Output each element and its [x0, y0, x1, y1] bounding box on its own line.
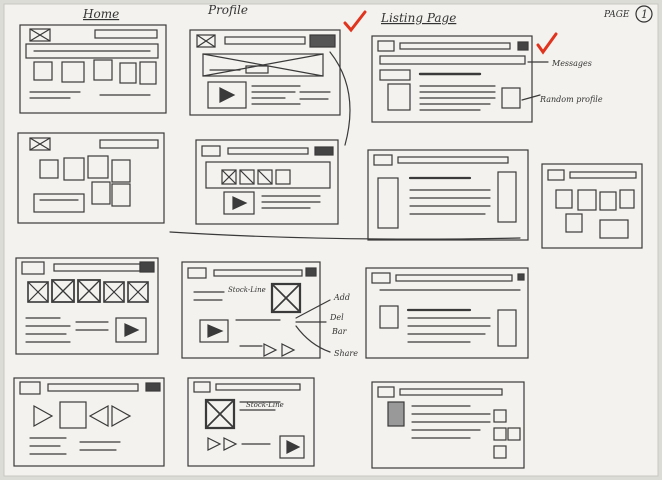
- sketch-sheet: Home Profile Listing Page PAGE 1 Message…: [3, 3, 659, 477]
- heading-profile: Profile: [207, 3, 248, 17]
- note-share: Share: [334, 349, 358, 358]
- heading-page: PAGE: [603, 10, 630, 20]
- note-block-label: Stock-Line: [228, 286, 266, 294]
- note-bar: Bar: [331, 327, 348, 336]
- note-block-label-2: Stock-Line: [246, 401, 284, 409]
- page-number: 1: [641, 8, 648, 21]
- note-del: Del: [329, 313, 344, 322]
- note-add: Add: [333, 293, 350, 302]
- paper: [3, 3, 659, 477]
- note-messages: Messages: [551, 59, 592, 68]
- heading-listing: Listing Page: [380, 11, 456, 25]
- note-profile-pic: Random profile: [539, 95, 603, 104]
- heading-home: Home: [82, 7, 119, 21]
